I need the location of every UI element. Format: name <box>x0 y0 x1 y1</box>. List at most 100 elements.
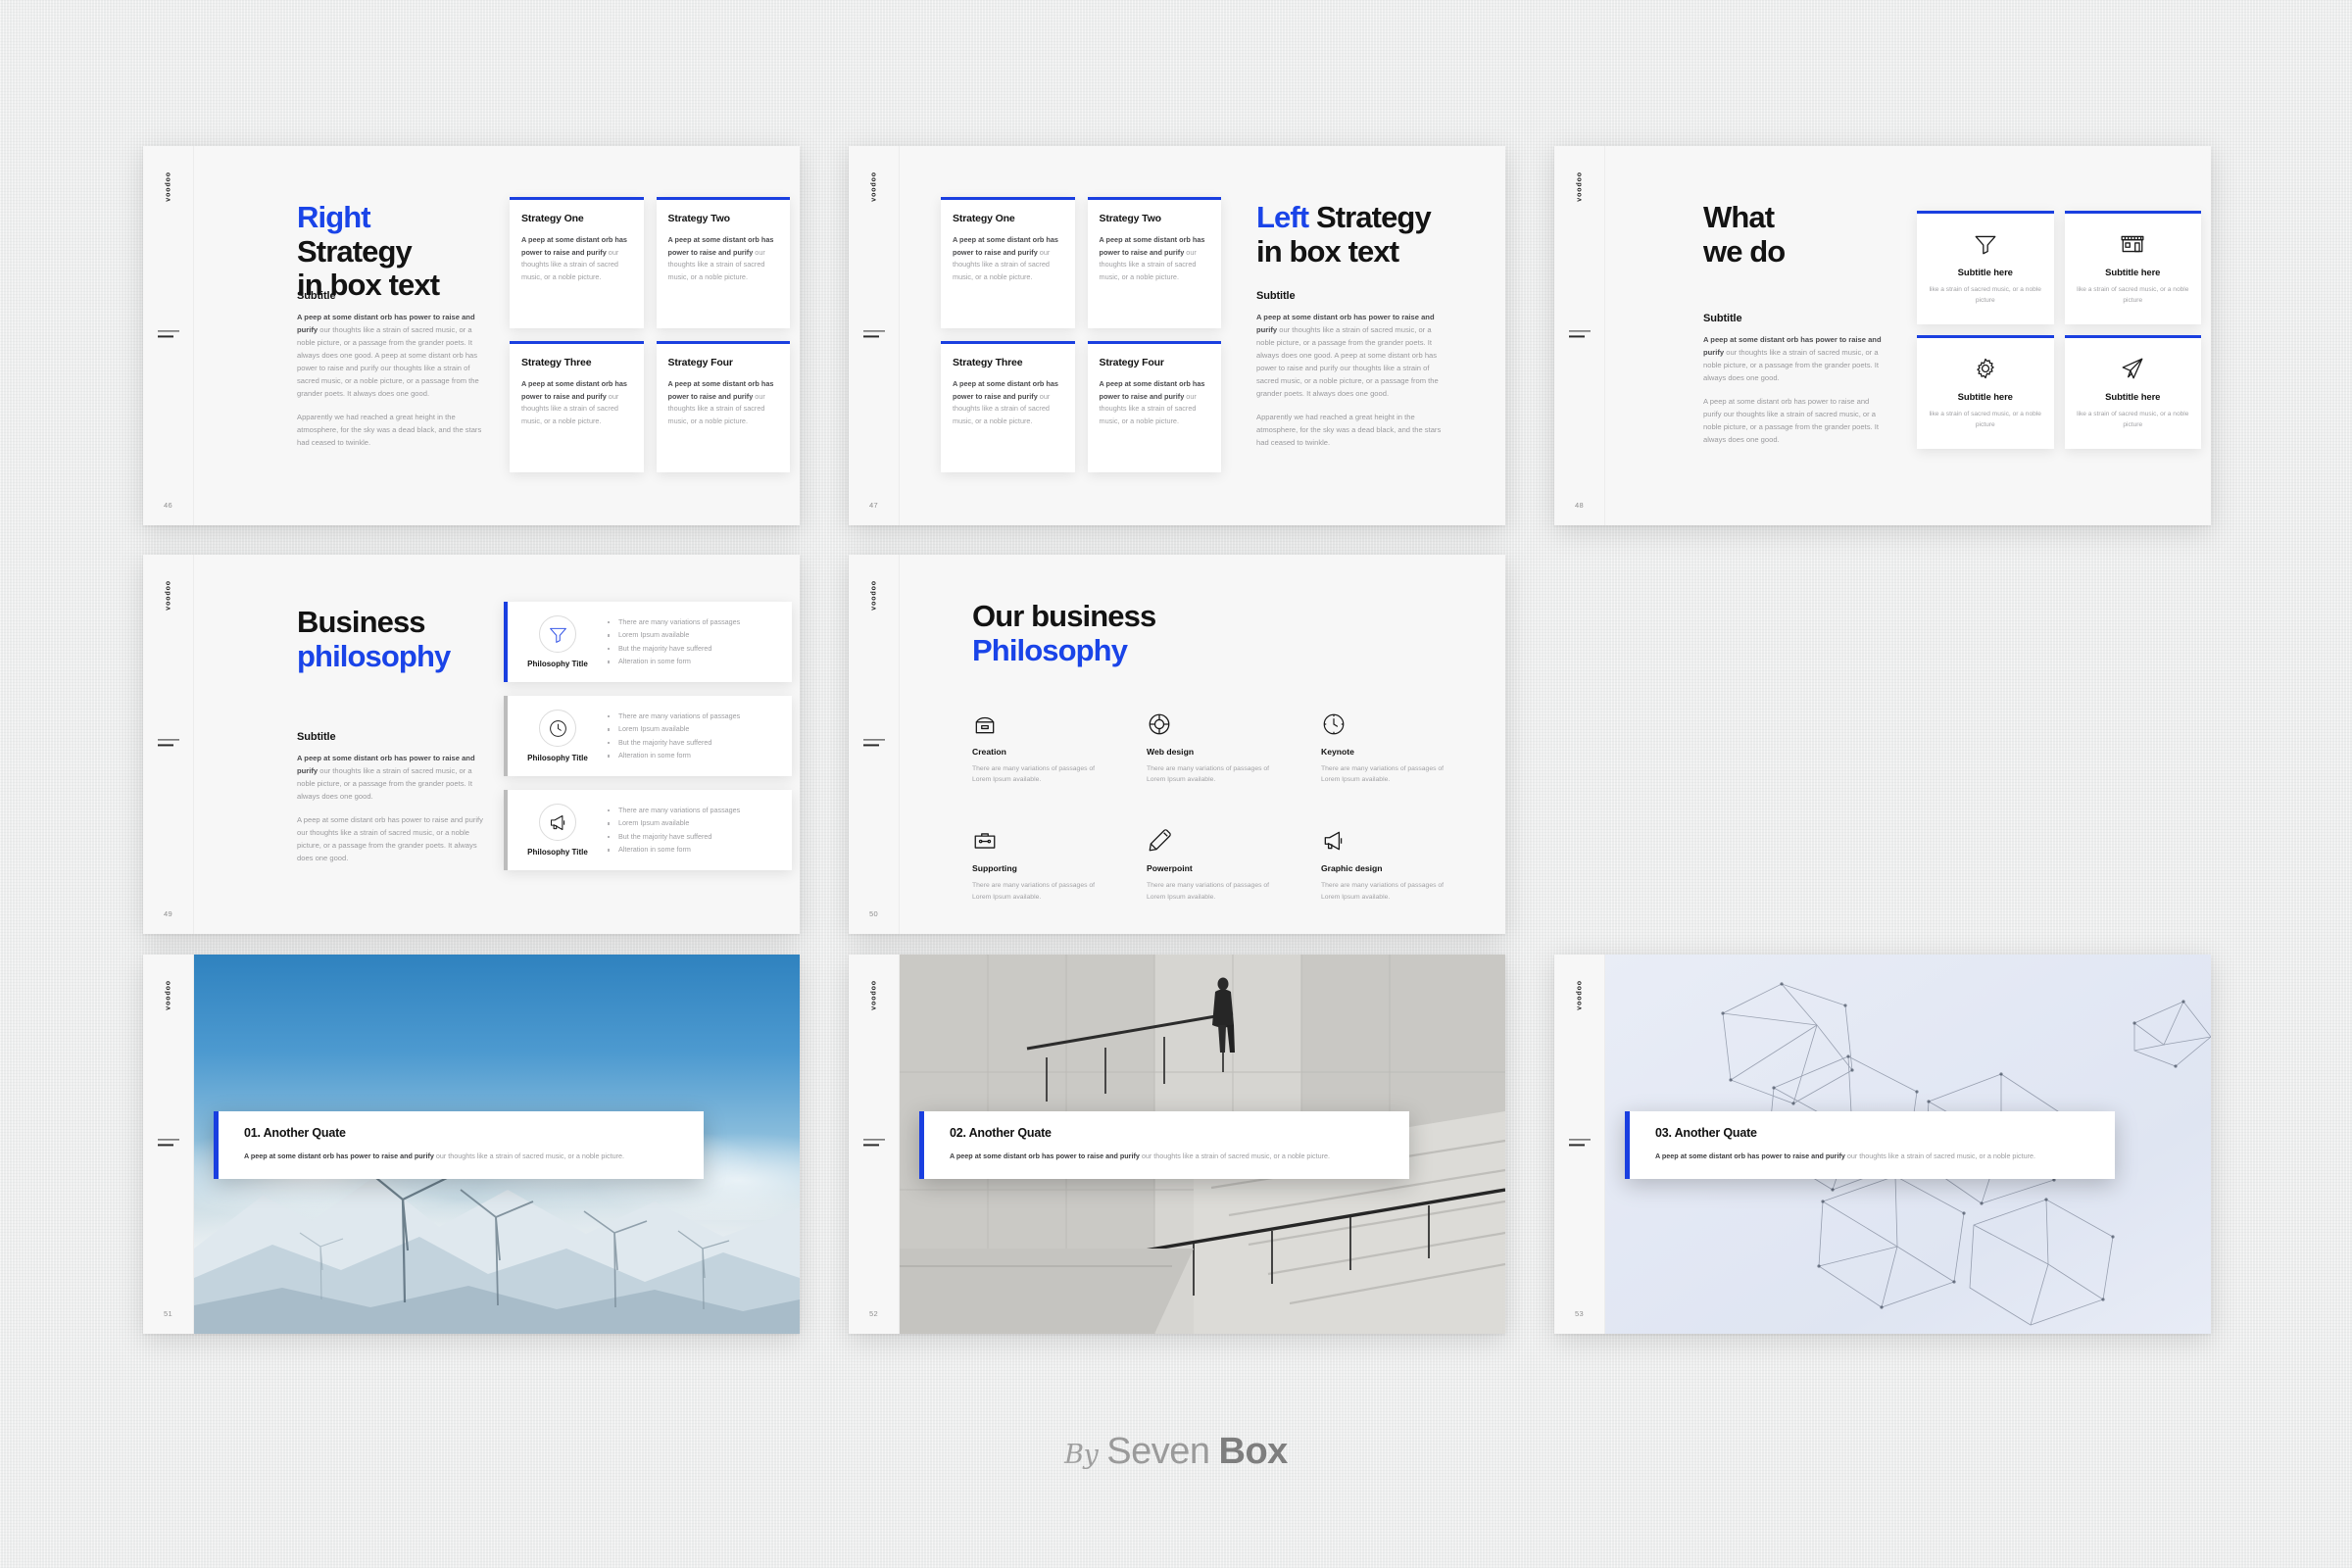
feature-desc: There are many variations of passages of… <box>972 882 1096 901</box>
feature-card-paper-plane[interactable]: Subtitle here like a strain of sacred mu… <box>2064 335 2201 449</box>
body-paragraph-1: A peep at some distant orb has power to … <box>297 311 483 400</box>
rail-dash-icon <box>1568 329 1591 341</box>
toolbox-icon <box>972 708 1109 737</box>
card-desc: like a strain of sacred music, or a nobl… <box>2077 411 2189 428</box>
brand-label: voodoo <box>1576 172 1583 202</box>
store-icon <box>2120 229 2145 259</box>
strategy-card[interactable]: Strategy Three A peep at some distant or… <box>510 341 644 472</box>
bullet-item: Alteration in some form <box>608 752 740 760</box>
card-heading: Strategy Four <box>667 357 733 368</box>
page-number: 48 <box>1575 501 1584 510</box>
feature-name: Supporting <box>972 863 1017 874</box>
philosophy-bullets: There are many variations of passages Lo… <box>608 806 740 854</box>
title-line2-accent: philosophy <box>297 638 451 673</box>
bullet-item: Alteration in some form <box>608 658 740 665</box>
quote-body: A peep at some distant orb has power to … <box>244 1151 682 1162</box>
quote-body-rest: our thoughts like a strain of sacred mus… <box>433 1152 625 1160</box>
paragraph-rest: our thoughts like a strain of sacred mus… <box>1703 348 1879 383</box>
slide-rail: voodoo 49 <box>143 555 194 934</box>
philosophy-row-funnel[interactable]: Philosophy Title There are many variatio… <box>504 602 792 682</box>
funnel-icon <box>1973 229 1998 259</box>
paragraph-rest: our thoughts like a strain of sacred mus… <box>297 766 472 802</box>
slide-rail: voodoo 53 <box>1554 955 1605 1334</box>
rail-dash-icon <box>862 1138 885 1150</box>
feature-powerpoint[interactable]: Powerpoint There are many variations of … <box>1147 824 1284 902</box>
subtitle-heading: Subtitle <box>297 290 336 302</box>
strategy-card[interactable]: Strategy Four A peep at some distant orb… <box>1087 341 1221 472</box>
rail-dash-icon <box>862 329 885 341</box>
quote-body-bold: A peep at some distant orb has power to … <box>950 1152 1140 1160</box>
card-desc: like a strain of sacred music, or a nobl… <box>1929 286 2041 304</box>
strategy-card[interactable]: Strategy One A peep at some distant orb … <box>941 197 1075 328</box>
strategy-card[interactable]: Strategy Two A peep at some distant orb … <box>1087 197 1221 328</box>
philosophy-row-left: Philosophy Title <box>523 804 592 857</box>
bullet-item: Lorem Ipsum available <box>608 725 740 738</box>
feature-card-funnel[interactable]: Subtitle here like a strain of sacred mu… <box>1917 211 2054 324</box>
slide-51-quote-01[interactable]: voodoo 51 01. Another Quate A peep at so… <box>143 955 800 1334</box>
strategy-card[interactable]: Strategy Two A peep at some distant orb … <box>656 197 790 328</box>
feature-web-design[interactable]: Web design There are many variations of … <box>1147 708 1284 785</box>
bullet-item: There are many variations of passages <box>608 711 740 725</box>
bullet-item: But the majority have suffered <box>608 738 740 752</box>
bullet-item: Lorem Ipsum available <box>608 819 740 832</box>
slide-46-right-strategy[interactable]: voodoo 46 Right Strategy in box text Sub… <box>143 146 800 525</box>
title-accent: Right <box>297 200 371 234</box>
page-number: 46 <box>164 501 172 510</box>
slide-53-quote-03[interactable]: voodoo 53 03. Another Quate A peep at so… <box>1554 955 2211 1334</box>
bullet-item: Lorem Ipsum available <box>608 631 740 644</box>
feature-creation[interactable]: Creation There are many variations of pa… <box>972 708 1109 785</box>
slide-body: What we do Subtitle A peep at some dista… <box>1605 146 2211 525</box>
slide-49-business-philosophy[interactable]: voodoo 49 Business philosophy Subtitle A… <box>143 555 800 934</box>
bullet-item: There are many variations of passages <box>608 806 740 819</box>
bullet-item: There are many variations of passages <box>608 617 740 631</box>
card-body: A peep at some distant orb has power to … <box>521 378 632 427</box>
gear-icon <box>1973 354 1998 383</box>
card-title: Subtitle here <box>2105 392 2161 403</box>
paragraph-rest: our thoughts like a strain of sacred mus… <box>297 325 479 399</box>
card-title: Subtitle here <box>2105 268 2161 278</box>
subtitle-heading: Subtitle <box>1256 290 1296 302</box>
strategy-card[interactable]: Strategy One A peep at some distant orb … <box>510 197 644 328</box>
brand-label: voodoo <box>870 980 877 1010</box>
card-body: A peep at some distant orb has power to … <box>953 378 1063 427</box>
quote-body: A peep at some distant orb has power to … <box>950 1151 1388 1162</box>
philosophy-title: Philosophy Title <box>527 848 588 857</box>
card-body: A peep at some distant orb has power to … <box>953 234 1063 283</box>
strategy-card[interactable]: Strategy Four A peep at some distant orb… <box>656 341 790 472</box>
feature-card-gear[interactable]: Subtitle here like a strain of sacred mu… <box>1917 335 2054 449</box>
bullet-item: But the majority have suffered <box>608 832 740 846</box>
body-paragraph-1: A peep at some distant orb has power to … <box>1703 333 1885 384</box>
quote-card[interactable]: 01. Another Quate A peep at some distant… <box>214 1111 704 1179</box>
feature-card-store[interactable]: Subtitle here like a strain of sacred mu… <box>2064 211 2201 324</box>
philosophy-row-clock[interactable]: Philosophy Title There are many variatio… <box>504 696 792 776</box>
slide-52-quote-02[interactable]: voodoo 52 02. Another Quate A peep at so… <box>849 955 1505 1334</box>
card-heading: Strategy Two <box>1099 213 1162 224</box>
body-paragraph-2: Apparently we had reached a great height… <box>1256 413 1442 448</box>
card-heading: Strategy Two <box>667 213 731 224</box>
slide-48-what-we-do[interactable]: voodoo 48 What we do Subtitle A peep at … <box>1554 146 2211 525</box>
slide-47-left-strategy[interactable]: voodoo 47 Strategy One A peep at some di… <box>849 146 1505 525</box>
title-line2-accent: Philosophy <box>972 632 1128 667</box>
page-number: 51 <box>164 1309 172 1318</box>
feature-supporting[interactable]: Supporting There are many variations of … <box>972 824 1109 902</box>
pencil-icon <box>1147 824 1284 854</box>
quote-body-rest: our thoughts like a strain of sacred mus… <box>1139 1152 1331 1160</box>
card-heading: Strategy Three <box>521 357 592 368</box>
body-paragraph-2: Apparently we had reached a great height… <box>297 413 482 448</box>
rail-dash-icon <box>862 738 885 750</box>
strategy-card[interactable]: Strategy Three A peep at some distant or… <box>941 341 1075 472</box>
logo-box: Box <box>1218 1431 1289 1472</box>
quote-card[interactable]: 02. Another Quate A peep at some distant… <box>919 1111 1409 1179</box>
card-heading: Strategy Four <box>1099 357 1164 368</box>
feature-keynote[interactable]: Keynote There are many variations of pas… <box>1321 708 1458 785</box>
page-number: 50 <box>869 909 878 918</box>
philosophy-row-megaphone[interactable]: Philosophy Title There are many variatio… <box>504 790 792 870</box>
title-line2: we do <box>1703 233 1786 269</box>
quote-heading: 02. Another Quate <box>950 1126 1052 1140</box>
feature-graphic-design[interactable]: Graphic design There are many variations… <box>1321 824 1458 902</box>
title-accent: Left <box>1256 200 1309 234</box>
card-body: A peep at some distant orb has power to … <box>668 234 779 283</box>
slide-50-our-business-philosophy[interactable]: voodoo 50 Our business Philosophy Creati… <box>849 555 1505 934</box>
body-paragraph-2: A peep at some distant orb has power to … <box>297 815 483 863</box>
quote-card[interactable]: 03. Another Quate A peep at some distant… <box>1625 1111 2115 1179</box>
